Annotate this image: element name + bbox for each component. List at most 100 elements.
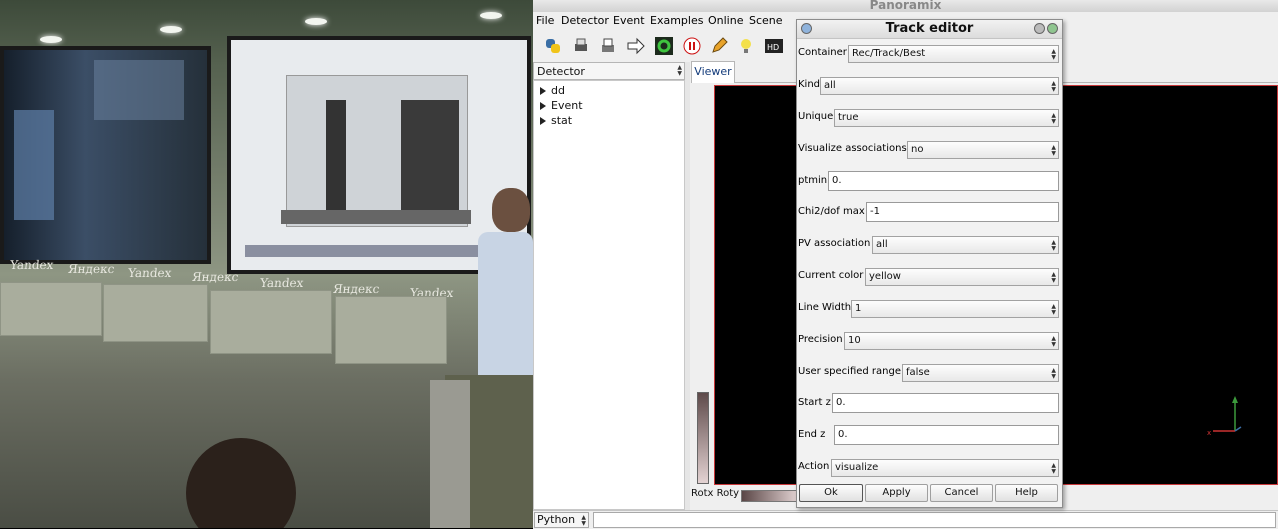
line-width-label: Line Width bbox=[798, 302, 852, 313]
menu-detector[interactable]: Detector bbox=[561, 14, 609, 27]
ceiling-lamp bbox=[40, 36, 62, 43]
python-icon[interactable] bbox=[543, 36, 563, 56]
arrow-right-icon[interactable] bbox=[626, 36, 646, 56]
maximize-icon[interactable] bbox=[1047, 23, 1058, 34]
banner-logo: Яндекс bbox=[191, 270, 240, 284]
wall-panel bbox=[335, 296, 447, 364]
combo-spin-icon: ▲ ▼ bbox=[1051, 367, 1056, 380]
thumbwheel-horizontal[interactable] bbox=[741, 490, 799, 502]
combo-spin-icon: ▲ ▼ bbox=[1051, 239, 1056, 252]
print-alt-icon[interactable] bbox=[598, 36, 618, 56]
end-z-field[interactable]: 0. bbox=[834, 425, 1059, 445]
detector-combo-label: Detector bbox=[537, 65, 585, 78]
hd-icon[interactable]: HD bbox=[764, 36, 784, 56]
ceiling-lamp bbox=[160, 26, 182, 33]
apply-button[interactable]: Apply bbox=[865, 484, 928, 502]
rotation-label: Rotx Roty bbox=[691, 488, 740, 499]
audience-head bbox=[186, 438, 296, 528]
pv-association-combo[interactable]: all ▲ ▼ bbox=[872, 236, 1059, 254]
dialog-title-bar: Track editor bbox=[797, 20, 1062, 39]
ptmin-label: ptmin bbox=[798, 175, 828, 186]
speaker-shirt bbox=[478, 232, 533, 377]
pencil-icon[interactable] bbox=[709, 36, 729, 56]
python-command-input[interactable] bbox=[593, 512, 1276, 528]
podium bbox=[430, 380, 470, 528]
menu-online[interactable]: Online bbox=[708, 14, 743, 27]
thumbwheel-vertical[interactable] bbox=[697, 392, 709, 484]
chi2-field[interactable]: -1 bbox=[866, 202, 1059, 222]
pane-splitter[interactable] bbox=[685, 62, 690, 512]
user-range-combo[interactable]: false ▲ ▼ bbox=[902, 364, 1059, 382]
ceiling-lamp bbox=[305, 18, 327, 25]
visualize-associations-label: Visualize associations bbox=[798, 143, 907, 154]
banner-logo: Яндекс bbox=[332, 282, 381, 296]
banner-logo: Yandex bbox=[259, 276, 305, 290]
detector-tree[interactable]: dd Event stat bbox=[533, 80, 685, 510]
start-z-label: Start z bbox=[798, 397, 831, 408]
kind-combo[interactable]: all ▲ ▼ bbox=[820, 77, 1059, 95]
bottom-bar: Python ▲ ▼ bbox=[533, 510, 1278, 529]
precision-combo[interactable]: 10 ▲ ▼ bbox=[844, 332, 1059, 350]
visualize-associations-combo[interactable]: no ▲ ▼ bbox=[907, 141, 1059, 159]
expand-triangle-icon[interactable] bbox=[540, 117, 546, 125]
expand-triangle-icon[interactable] bbox=[540, 102, 546, 110]
tab-viewer[interactable]: Viewer bbox=[691, 61, 735, 83]
wall-panel bbox=[0, 282, 102, 336]
refresh-icon[interactable] bbox=[654, 36, 674, 56]
menu-scene[interactable]: Scene bbox=[749, 14, 783, 27]
container-combo[interactable]: Rec/Track/Best ▲ ▼ bbox=[848, 45, 1059, 63]
unique-combo[interactable]: true ▲ ▼ bbox=[834, 109, 1059, 127]
menu-file[interactable]: File bbox=[536, 14, 554, 27]
ceiling-lamp bbox=[480, 12, 502, 19]
wall-panel bbox=[103, 284, 208, 342]
precision-label: Precision bbox=[798, 334, 843, 345]
banner-logo: Yandex bbox=[9, 258, 55, 272]
current-color-combo[interactable]: yellow ▲ ▼ bbox=[865, 268, 1059, 286]
window-menu-icon[interactable] bbox=[801, 23, 812, 34]
combo-spin-icon: ▲ ▼ bbox=[1051, 271, 1056, 284]
svg-text:x: x bbox=[1207, 429, 1211, 437]
combo-spin-icon: ▲ ▼ bbox=[1051, 48, 1056, 61]
start-z-field[interactable]: 0. bbox=[832, 393, 1059, 413]
pv-association-label: PV association bbox=[798, 238, 871, 249]
detector-combo[interactable]: Detector ▲ ▼ bbox=[533, 62, 685, 80]
chi2-label: Chi2/dof max bbox=[798, 206, 865, 217]
speaker-head bbox=[492, 188, 530, 232]
python-combo[interactable]: Python ▲ ▼ bbox=[534, 512, 589, 528]
banner-logo: Яндекс bbox=[67, 262, 116, 276]
cancel-button[interactable]: Cancel bbox=[930, 484, 993, 502]
combo-spin-icon: ▲ ▼ bbox=[1051, 80, 1056, 93]
stop-icon[interactable] bbox=[682, 36, 702, 56]
minimize-icon[interactable] bbox=[1034, 23, 1045, 34]
action-combo[interactable]: visualize ▲ ▼ bbox=[831, 459, 1059, 477]
menu-examples[interactable]: Examples bbox=[650, 14, 703, 27]
ok-button[interactable]: Ok bbox=[799, 484, 863, 502]
expand-triangle-icon[interactable] bbox=[540, 87, 546, 95]
menu-event[interactable]: Event bbox=[613, 14, 645, 27]
help-button[interactable]: Help bbox=[995, 484, 1058, 502]
ptmin-field[interactable]: 0. bbox=[828, 171, 1059, 191]
container-label: Container bbox=[798, 47, 847, 58]
combo-spin-icon: ▲ ▼ bbox=[1051, 462, 1056, 475]
unique-label: Unique bbox=[798, 111, 834, 122]
end-z-label: End z bbox=[798, 429, 826, 440]
combo-spin-icon: ▲ ▼ bbox=[1051, 303, 1056, 316]
tree-item-dd[interactable]: dd bbox=[540, 84, 565, 97]
tree-item-stat[interactable]: stat bbox=[540, 114, 572, 127]
banner-logo: Yandex bbox=[127, 266, 173, 280]
combo-spin-icon: ▲ ▼ bbox=[1051, 335, 1056, 348]
combo-spin-icon: ▲ ▼ bbox=[1051, 112, 1056, 125]
current-color-label: Current color bbox=[798, 270, 864, 281]
window-title: Panoramix bbox=[533, 0, 1278, 12]
combo-spin-icon: ▲ ▼ bbox=[581, 514, 586, 527]
line-width-combo[interactable]: 1 ▲ ▼ bbox=[851, 300, 1059, 318]
combo-spin-icon: ▲ ▼ bbox=[1051, 144, 1056, 157]
bulb-icon[interactable] bbox=[736, 36, 756, 56]
python-combo-label: Python bbox=[537, 513, 576, 526]
axes-gizmo-icon: x bbox=[1207, 396, 1242, 437]
print-icon[interactable] bbox=[571, 36, 591, 56]
kind-label: Kind bbox=[798, 79, 821, 90]
tree-item-event[interactable]: Event bbox=[540, 99, 583, 112]
user-range-label: User specified range bbox=[798, 366, 902, 377]
dialog-title: Track editor bbox=[885, 21, 974, 36]
